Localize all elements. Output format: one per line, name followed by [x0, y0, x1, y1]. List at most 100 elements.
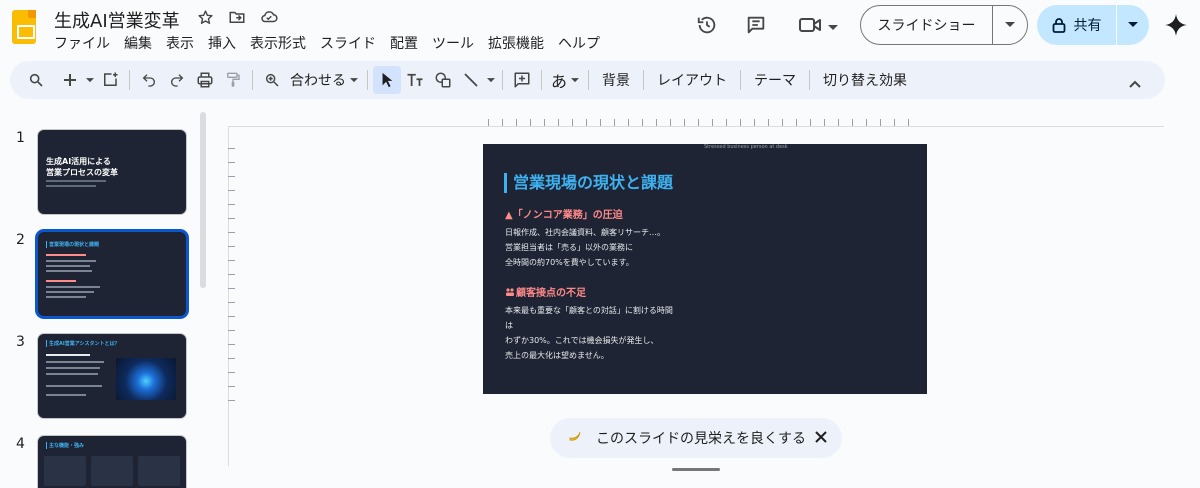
thumb-title: 生成AI活用による 営業プロセスの変革: [46, 157, 118, 177]
ruler-tick: [908, 119, 909, 126]
thumb-text-line: [46, 394, 86, 396]
paint-format-button[interactable]: [219, 66, 247, 94]
body-line[interactable]: わずか30%。これでは機会損失が発生し、: [505, 333, 659, 348]
share-button-group: 共有: [1037, 5, 1149, 45]
line-icon: [464, 73, 478, 87]
slideshow-options-button[interactable]: [993, 6, 1027, 44]
menu-help[interactable]: ヘルプ: [558, 33, 600, 53]
slide-thumbnail-1[interactable]: 生成AI活用による 営業プロセスの変革: [38, 130, 186, 214]
comments-button[interactable]: [738, 5, 774, 45]
toolbar-divider: [367, 70, 368, 90]
star-icon[interactable]: [196, 8, 214, 26]
meet-button[interactable]: [792, 5, 838, 45]
menu-extensions[interactable]: 拡張機能: [488, 33, 544, 53]
menu-format[interactable]: 表示形式: [250, 33, 306, 53]
thumb-title: 生成AI営業アシスタントとは？: [46, 340, 120, 347]
body-line[interactable]: 本来最も重要な「顧客との対話」に割ける時間: [505, 303, 673, 318]
slide-number: 3: [16, 334, 25, 350]
menu-arrange[interactable]: 配置: [390, 33, 418, 53]
menu-edit[interactable]: 編集: [124, 33, 152, 53]
ruler-tick: [228, 232, 235, 233]
slide-thumbnail-2[interactable]: 営業現場の現状と課題: [38, 232, 186, 316]
redo-button[interactable]: [163, 66, 191, 94]
body-line[interactable]: 売上の最大化は望めません。: [505, 348, 609, 363]
background-button[interactable]: 背景: [594, 66, 638, 94]
menu-slide[interactable]: スライド: [320, 33, 376, 53]
new-slide-button[interactable]: [56, 66, 84, 94]
broken-image-alt-text[interactable]: Stressed business person at desk: [704, 144, 788, 150]
horizontal-ruler[interactable]: [228, 126, 1164, 127]
chevron-down-icon: [487, 77, 495, 82]
body-line[interactable]: 日報作成、社内会議資料、顧客リサーチ…。: [505, 225, 665, 240]
line-type-button[interactable]: [485, 66, 497, 94]
share-button[interactable]: 共有: [1037, 5, 1117, 45]
thumb-heading-line: [46, 254, 86, 256]
vertical-ruler[interactable]: [228, 126, 229, 466]
slides-logo-icon[interactable]: [12, 10, 36, 44]
thumb-text-line: [46, 270, 92, 272]
undo-button[interactable]: [135, 66, 163, 94]
thumb-text-line: [46, 185, 96, 187]
close-icon[interactable]: [812, 428, 830, 450]
cloud-saved-icon[interactable]: [260, 8, 278, 26]
speaker-notes-handle[interactable]: [672, 468, 720, 471]
history-button[interactable]: [689, 5, 725, 45]
move-folder-icon[interactable]: [228, 8, 246, 26]
menu-tools[interactable]: ツール: [432, 33, 474, 53]
gemini-button[interactable]: [1158, 5, 1194, 45]
search-menus-button[interactable]: [22, 66, 50, 94]
new-slide-layout-button[interactable]: [84, 66, 96, 94]
body-line[interactable]: 全時間の約70%を費やしています。: [505, 255, 634, 270]
select-tool-button[interactable]: [373, 66, 401, 94]
input-tools-button[interactable]: あ: [547, 66, 583, 94]
thumb-text-line: [46, 296, 86, 298]
toolbar-divider: [643, 70, 645, 90]
thumb-feature-card: [91, 456, 133, 486]
ruler-tick: [754, 119, 755, 126]
suggestion-text: このスライドの見栄えを良くする: [596, 431, 806, 447]
text-box-button[interactable]: [401, 66, 429, 94]
theme-button[interactable]: テーマ: [746, 66, 804, 94]
toolbar-divider: [588, 70, 590, 90]
improve-slide-suggestion[interactable]: このスライドの見栄えを良くする: [550, 418, 842, 458]
menu-file[interactable]: ファイル: [54, 33, 110, 53]
share-options-button[interactable]: [1117, 5, 1149, 45]
slideshow-button[interactable]: スライドショー: [861, 6, 993, 44]
thumb-feature-card: [44, 456, 86, 486]
ruler-tick: [228, 274, 235, 275]
slide-title[interactable]: 営業現場の現状と課題: [504, 173, 673, 193]
ruler-tick: [228, 358, 235, 359]
slide-thumbnail-4[interactable]: 主な機能・強み: [38, 436, 186, 488]
comment-add-button[interactable]: [508, 66, 536, 94]
toolbar-divider: [502, 70, 503, 90]
section-heading-contact[interactable]: 顧客接点の不足: [505, 284, 586, 299]
zoom-select[interactable]: 合わせる: [286, 66, 362, 94]
body-line[interactable]: は: [505, 318, 513, 333]
chevron-down-icon: [828, 16, 838, 35]
slideshow-button-group: スライドショー: [860, 5, 1028, 45]
body-line[interactable]: 営業担当者は「売る」以外の業務に: [505, 240, 633, 255]
toolbar-divider: [252, 70, 253, 90]
transition-button[interactable]: 切り替え効果: [815, 66, 915, 94]
print-button[interactable]: [191, 66, 219, 94]
collapse-toolbar-button[interactable]: [1121, 70, 1149, 98]
menu-insert[interactable]: 挿入: [208, 33, 236, 53]
slide-canvas[interactable]: Stressed business person at desk 営業現場の現状…: [483, 144, 927, 394]
ruler-tick: [740, 119, 741, 126]
japanese-input-icon: あ: [551, 72, 568, 91]
insert-image-button[interactable]: [96, 66, 124, 94]
thumb-text-line: [46, 385, 102, 387]
menu-view[interactable]: 表示: [166, 33, 194, 53]
thumb-title: 主な機能・強み: [46, 442, 84, 449]
layout-button[interactable]: レイアウト: [649, 66, 735, 94]
shape-button[interactable]: [429, 66, 457, 94]
thumb-ai-robot-image: [116, 358, 176, 400]
filmstrip-scrollbar[interactable]: [200, 112, 206, 288]
zoom-button[interactable]: [258, 66, 286, 94]
line-button[interactable]: [457, 66, 485, 94]
section-heading-noncore[interactable]: ▲「ノンコア業務」の圧迫: [505, 206, 623, 221]
main-toolbar: 合わせる あ 背景 レイアウト テーマ 切り替え効果: [10, 61, 1165, 99]
document-title[interactable]: 生成AI営業変革: [54, 7, 180, 33]
slide-thumbnail-3[interactable]: 生成AI営業アシスタントとは？: [38, 334, 186, 418]
ruler-tick: [866, 119, 867, 126]
